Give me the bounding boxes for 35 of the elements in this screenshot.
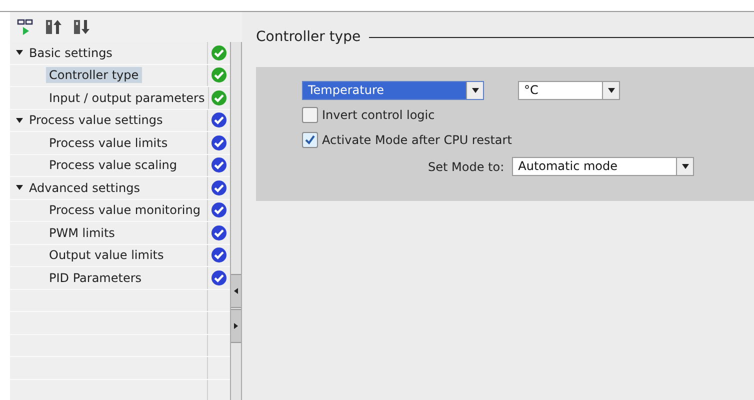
caret-icon (472, 88, 478, 93)
caret-icon (16, 50, 23, 56)
caret-icon (16, 118, 23, 123)
tree-item[interactable]: Advanced settings (26, 180, 143, 196)
expand-all-icon[interactable] (44, 17, 64, 37)
tree-item[interactable]: Process value monitoring (46, 202, 204, 218)
caret-icon (16, 185, 23, 190)
caret-icon (682, 164, 689, 169)
tree-item[interactable]: PID Parameters (46, 270, 145, 286)
mode-dropdown[interactable]: Automatic mode (512, 157, 694, 176)
tree-item[interactable]: Process value settings (26, 112, 166, 128)
checkbox-label: Invert control logic (322, 108, 435, 122)
tree-item[interactable]: Input / output parameters (46, 90, 208, 106)
tree-item[interactable]: Basic settings (26, 44, 116, 61)
tree-item[interactable]: Controller type (46, 67, 142, 84)
scroll-left-button[interactable] (231, 274, 241, 308)
expand-caret-icon[interactable] (16, 50, 23, 56)
checkbox-label: Activate Mode after CPU restart (322, 133, 512, 147)
tree-item[interactable]: PWM limits (46, 224, 118, 241)
scroll-right-button[interactable] (231, 309, 241, 343)
mode-label: Set Mode to: (428, 160, 504, 174)
caret-right-icon (234, 323, 238, 329)
caret-icon (608, 88, 614, 93)
unit-dropdown[interactable]: °C (518, 81, 620, 100)
collapse-all-icon[interactable] (72, 17, 92, 37)
controller-type-dropdown[interactable]: Temperature (302, 81, 484, 100)
expand-caret-icon[interactable] (16, 118, 23, 123)
caret-left-icon (234, 288, 238, 294)
expand-caret-icon[interactable] (16, 185, 23, 190)
checkbox[interactable] (302, 132, 318, 148)
tree-item[interactable]: Process value limits (46, 134, 171, 151)
tree-item[interactable]: Process value scaling (46, 157, 180, 174)
checkbox[interactable] (302, 107, 318, 123)
tree-item[interactable]: Output value limits (46, 247, 167, 264)
section-title: Controller type (256, 29, 361, 45)
